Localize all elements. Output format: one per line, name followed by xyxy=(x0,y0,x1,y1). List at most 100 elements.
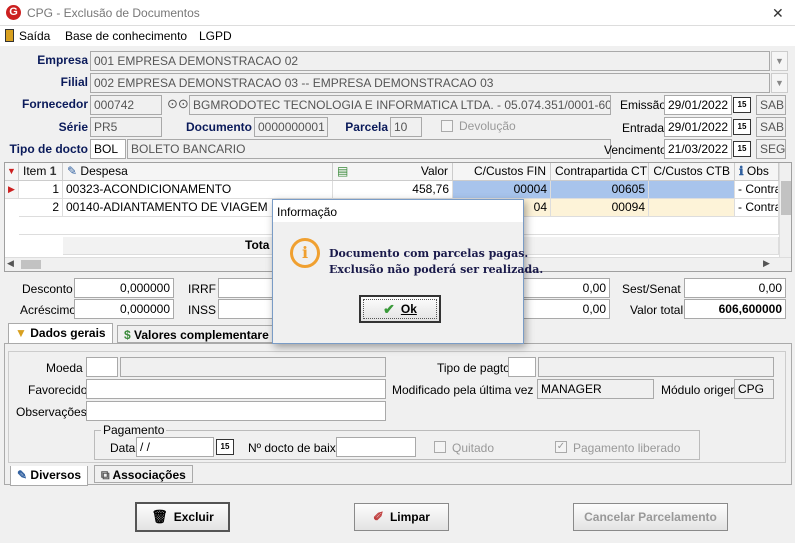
inss-label: INSS xyxy=(188,303,217,317)
entrada-weekday: SAB xyxy=(756,117,786,137)
desconto-field[interactable]: 0,000000 xyxy=(74,278,174,298)
quitado-checkbox[interactable] xyxy=(434,441,446,453)
table-row-1-valor[interactable]: 458,76 xyxy=(333,181,453,199)
table-row-2-contrapartida[interactable]: 00094 xyxy=(551,199,649,217)
vencimento-calendar-icon[interactable]: 15 xyxy=(733,141,751,157)
tipo-code-field[interactable]: BOL xyxy=(90,139,126,159)
acrescimo-label: Acréscimo xyxy=(20,303,77,317)
scroll-right-icon[interactable]: ▶ xyxy=(763,258,770,269)
mid-total-field-2[interactable]: 0,00 xyxy=(520,299,610,319)
dialog-message-line2: Exclusão não poderá ser realizada. xyxy=(329,263,544,276)
cancelar-label: Cancelar Parcelamento xyxy=(584,510,717,524)
favorecido-field[interactable] xyxy=(86,379,386,399)
mid-total-field-1[interactable]: 0,00 xyxy=(520,278,610,298)
col-valor[interactable]: ▤ Valor xyxy=(333,163,453,181)
empresa-select[interactable]: 001 EMPRESA DEMONSTRACAO 02 xyxy=(90,51,770,71)
empresa-dropdown-icon[interactable]: ▼ xyxy=(771,51,788,71)
row-indicator-icon: ▶ xyxy=(5,181,19,199)
scroll-left-icon[interactable]: ◀ xyxy=(7,258,14,269)
dialog-body: i Documento com parcelas pagas. Exclusão… xyxy=(273,222,543,343)
emissao-date-field[interactable]: 29/01/2022 xyxy=(664,95,732,115)
tipopagto-label: Tipo de pagto xyxy=(437,361,510,375)
dialog-ok-label: Ok xyxy=(400,302,417,316)
desconto-label: Desconto xyxy=(22,282,73,296)
documento-field[interactable]: 0000000001 xyxy=(254,117,328,137)
grid-vertical-scrollbar[interactable] xyxy=(779,163,791,257)
irrf-field[interactable] xyxy=(218,278,274,298)
table-row-1-contrapartida[interactable]: 00605 xyxy=(551,181,649,199)
col-obs[interactable]: ℹ Obs xyxy=(735,163,779,181)
tab-dados-gerais[interactable]: ▼ Dados gerais xyxy=(8,323,113,343)
filial-select[interactable]: 002 EMPRESA DEMONSTRACAO 03 -- EMPRESA D… xyxy=(90,73,770,93)
dialog-ok-button[interactable]: ✔ Ok xyxy=(359,295,441,323)
moeda-code-field[interactable] xyxy=(86,357,118,377)
emissao-calendar-icon[interactable]: 15 xyxy=(733,97,751,113)
col-contrapartida[interactable]: Contrapartida CTB xyxy=(551,163,649,181)
limpar-button[interactable]: ✐ Limpar xyxy=(354,503,449,531)
table-row-1-despesa[interactable]: 00323-ACONDICIONAMENTO xyxy=(63,181,333,199)
sestsenat-field[interactable]: 0,00 xyxy=(684,278,786,298)
pagamento-data-field[interactable]: / / xyxy=(136,437,214,457)
menu-item-saida[interactable]: Saída xyxy=(19,29,50,43)
table-row-1-ccctb[interactable] xyxy=(649,181,735,199)
pagamento-calendar-icon[interactable]: 15 xyxy=(216,439,234,455)
binoculars-icon[interactable]: ⊙⊙ xyxy=(167,96,189,114)
inss-field[interactable] xyxy=(218,299,274,319)
documento-label: Documento xyxy=(186,120,252,134)
filial-label: Filial xyxy=(60,75,88,89)
valortotal-field[interactable]: 606,600000 xyxy=(684,299,786,319)
serie-field[interactable]: PR5 xyxy=(90,117,162,137)
serie-label: Série xyxy=(58,120,88,134)
tab-diversos[interactable]: ✎ Diversos xyxy=(10,466,89,486)
quitado-label: Quitado xyxy=(452,441,495,455)
close-icon[interactable]: ✕ xyxy=(772,5,784,22)
fornecedor-code-field[interactable]: 000742 xyxy=(90,95,162,115)
scroll-thumb[interactable] xyxy=(781,181,791,215)
tipopagto-code-field[interactable] xyxy=(508,357,536,377)
table-row-1-ccfin[interactable]: 00004 xyxy=(453,181,551,199)
entrada-date-field[interactable]: 29/01/2022 xyxy=(664,117,732,137)
h-scroll-thumb[interactable] xyxy=(21,260,41,269)
table-row-2-ccctb[interactable] xyxy=(649,199,735,217)
table-row-2-obs[interactable]: - Contra xyxy=(735,199,779,217)
liberado-label: Pagamento liberado xyxy=(573,441,681,455)
entrada-label: Entrada xyxy=(622,121,665,135)
liberado-checkbox[interactable]: ✓ xyxy=(555,441,567,453)
moeda-label: Moeda xyxy=(46,361,83,375)
devolucao-checkbox[interactable] xyxy=(441,120,453,132)
tab-valores-label: Valores complementare xyxy=(134,328,269,342)
emissao-label: Emissão xyxy=(620,98,667,112)
eraser-icon: ✐ xyxy=(373,509,384,524)
parcela-field[interactable]: 10 xyxy=(390,117,422,137)
excluir-button[interactable]: 🗑 Excluir xyxy=(135,502,230,532)
modulo-field: CPG xyxy=(734,379,774,399)
grid-corner: ▼ xyxy=(5,163,19,181)
entrada-calendar-icon[interactable]: 15 xyxy=(733,119,751,135)
menu-item-lgpd[interactable]: LGPD xyxy=(199,29,232,43)
observacoes-field[interactable] xyxy=(86,401,386,421)
vencimento-date-field[interactable]: 21/03/2022 xyxy=(664,139,732,159)
col-item[interactable]: Item 1 xyxy=(19,163,63,181)
col-ccctb[interactable]: C/Custos CTB xyxy=(649,163,735,181)
table-row-1-item[interactable]: 1 xyxy=(19,181,63,199)
menu-bar: Saída Base de conhecimento LGPD xyxy=(0,26,795,46)
irrf-label: IRRF xyxy=(188,282,216,296)
table-row-1-obs[interactable]: - Contra xyxy=(735,181,779,199)
tab-diversos-label: Diversos xyxy=(30,468,82,482)
col-ccfin[interactable]: C/Custos FIN xyxy=(453,163,551,181)
tab-associacoes[interactable]: ⧉ Associações xyxy=(94,465,193,483)
ndocto-label: Nº docto de baixa xyxy=(248,441,343,455)
menu-item-base-conhecimento[interactable]: Base de conhecimento xyxy=(65,29,187,43)
cancelar-parcelamento-button[interactable]: Cancelar Parcelamento xyxy=(573,503,728,531)
ndocto-field[interactable] xyxy=(336,437,416,457)
tab-valores-complementares[interactable]: $ Valores complementare xyxy=(117,325,273,343)
despesa-edit-icon: ✎ xyxy=(67,164,78,178)
col-despesa[interactable]: ✎ Despesa xyxy=(63,163,333,181)
parcela-label: Parcela xyxy=(345,120,388,134)
sestsenat-label: Sest/Senat xyxy=(622,282,681,296)
table-row-2-item[interactable]: 2 xyxy=(19,199,63,217)
acrescimo-field[interactable]: 0,000000 xyxy=(74,299,174,319)
filial-dropdown-icon[interactable]: ▼ xyxy=(771,73,788,93)
observacoes-label: Observações xyxy=(16,405,87,419)
excluir-label: Excluir xyxy=(173,510,214,524)
